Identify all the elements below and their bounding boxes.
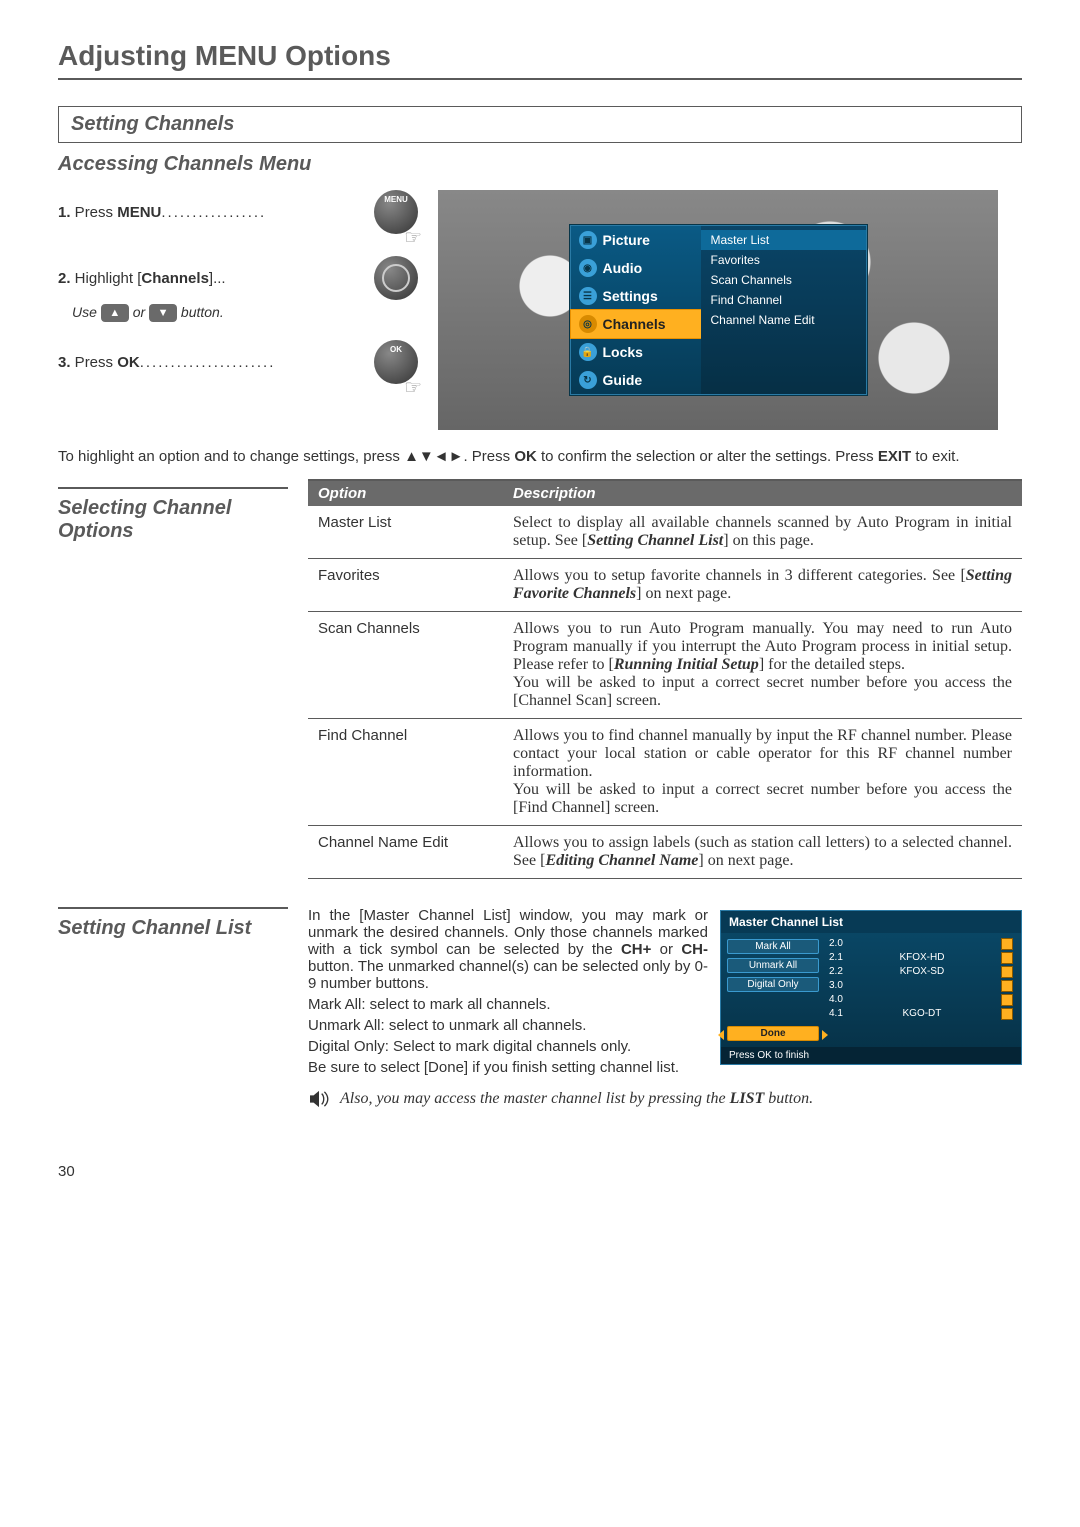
mcl-mark-all: Mark All bbox=[727, 939, 819, 954]
options-table-header: Option Description bbox=[308, 481, 1022, 506]
option-name: Find Channel bbox=[308, 725, 503, 819]
option-desc: Allows you to assign labels (such as sta… bbox=[503, 832, 1022, 872]
osd-panel: ▣Picture ◉Audio ☰Settings ◎Channels 🔒Loc… bbox=[570, 225, 867, 395]
locks-icon: 🔒 bbox=[579, 343, 597, 361]
option-desc: Allows you to run Auto Program manually.… bbox=[503, 618, 1022, 712]
osd-left-menu: ▣Picture ◉Audio ☰Settings ◎Channels 🔒Loc… bbox=[571, 226, 701, 394]
list-item: 2.2KFOX-SD bbox=[827, 965, 1015, 979]
up-arrow-icon: ▲ bbox=[101, 304, 129, 322]
osd-item-audio: ◉Audio bbox=[571, 254, 701, 282]
check-icon bbox=[1001, 966, 1013, 978]
channels-icon: ◎ bbox=[579, 315, 597, 333]
osd-sub-name-edit: Channel Name Edit bbox=[701, 310, 866, 330]
mcl-unmark-all: Unmark All bbox=[727, 958, 819, 973]
speaker-icon bbox=[308, 1090, 330, 1113]
option-desc: Allows you to setup favorite channels in… bbox=[503, 565, 1022, 605]
list-item: 3.0 bbox=[827, 979, 1015, 993]
channel-list-body: Master Channel List Mark All Unmark All … bbox=[308, 907, 1022, 1113]
osd-sub-scan: Scan Channels bbox=[701, 270, 866, 290]
step-2-num: 2. bbox=[58, 270, 71, 287]
option-desc: Select to display all available channels… bbox=[503, 512, 1022, 552]
step-1-num: 1. bbox=[58, 204, 71, 221]
osd-item-locks: 🔒Locks bbox=[571, 338, 701, 366]
note-paragraph: To highlight an option and to change set… bbox=[58, 448, 1022, 465]
step-3: 3. Press OK...................... OK ☞ bbox=[58, 340, 418, 384]
mcl-title: Master Channel List bbox=[721, 911, 1021, 933]
list-item: 4.1KGO-DT bbox=[827, 1007, 1015, 1021]
step-3-num: 3. bbox=[58, 354, 71, 371]
sub-heading: Accessing Channels Menu bbox=[58, 153, 1022, 176]
table-row: Favorites Allows you to setup favorite c… bbox=[308, 559, 1022, 612]
check-icon bbox=[1001, 994, 1013, 1006]
options-section: Selecting Channel Options Option Descrip… bbox=[58, 479, 1022, 879]
hand-icon: ☞ bbox=[404, 225, 422, 250]
page-number: 30 bbox=[58, 1163, 1022, 1180]
options-table: Option Description Master List Select to… bbox=[308, 479, 1022, 879]
channels-dial-icon bbox=[374, 256, 418, 300]
menu-button-icon: MENU ☞ bbox=[374, 190, 418, 234]
osd-sub-find: Find Channel bbox=[701, 290, 866, 310]
settings-icon: ☰ bbox=[579, 287, 597, 305]
option-name: Scan Channels bbox=[308, 618, 503, 712]
osd-sub-favorites: Favorites bbox=[701, 250, 866, 270]
sound-note: Also, you may access the master channel … bbox=[308, 1090, 1022, 1113]
check-icon bbox=[1001, 1008, 1013, 1020]
mcl-footer: Press OK to finish bbox=[721, 1047, 1021, 1064]
section-heading: Setting Channels bbox=[58, 106, 1022, 143]
mcl-buttons: Mark All Unmark All Digital Only Done bbox=[721, 933, 825, 1047]
down-arrow-icon: ▼ bbox=[149, 304, 177, 322]
master-channel-list-panel: Master Channel List Mark All Unmark All … bbox=[720, 910, 1022, 1065]
option-desc: Allows you to find channel manually by i… bbox=[503, 725, 1022, 819]
osd-item-picture: ▣Picture bbox=[571, 226, 701, 254]
channel-list-heading: Setting Channel List bbox=[58, 907, 288, 940]
osd-item-channels: ◎Channels bbox=[570, 309, 702, 339]
osd-item-guide: ↻Guide bbox=[571, 366, 701, 394]
check-icon bbox=[1001, 938, 1013, 950]
list-item: 2.1KFOX-HD bbox=[827, 951, 1015, 965]
page-title: Adjusting MENU Options bbox=[58, 40, 1022, 80]
hand-icon: ☞ bbox=[404, 375, 422, 400]
options-heading: Selecting Channel Options bbox=[58, 487, 288, 543]
picture-icon: ▣ bbox=[579, 231, 597, 249]
channel-list-section: Setting Channel List Master Channel List… bbox=[58, 907, 1022, 1113]
step-2: 2. Highlight [Channels]... bbox=[58, 256, 418, 300]
audio-icon: ◉ bbox=[579, 259, 597, 277]
step-1: 1. Press MENU................. MENU ☞ bbox=[58, 190, 418, 234]
osd-item-settings: ☰Settings bbox=[571, 282, 701, 310]
osd-sub-master-list: Master List bbox=[701, 230, 866, 250]
access-area: 1. Press MENU................. MENU ☞ 2.… bbox=[58, 190, 1022, 430]
mcl-channel-list: 2.0 2.1KFOX-HD 2.2KFOX-SD 3.0 4.0 4.1KGO… bbox=[825, 933, 1021, 1047]
ok-button-icon: OK ☞ bbox=[374, 340, 418, 384]
table-row: Master List Select to display all availa… bbox=[308, 506, 1022, 559]
check-icon bbox=[1001, 980, 1013, 992]
step-2-sub: Use ▲ or ▼ button. bbox=[72, 304, 418, 322]
option-name: Favorites bbox=[308, 565, 503, 605]
mcl-done: Done bbox=[727, 1026, 819, 1041]
option-name: Channel Name Edit bbox=[308, 832, 503, 872]
mcl-digital-only: Digital Only bbox=[727, 977, 819, 992]
steps-column: 1. Press MENU................. MENU ☞ 2.… bbox=[58, 190, 418, 406]
table-row: Find Channel Allows you to find channel … bbox=[308, 719, 1022, 826]
check-icon bbox=[1001, 952, 1013, 964]
table-row: Scan Channels Allows you to run Auto Pro… bbox=[308, 612, 1022, 719]
osd-right-menu: Master List Favorites Scan Channels Find… bbox=[701, 226, 866, 394]
option-name: Master List bbox=[308, 512, 503, 552]
guide-icon: ↻ bbox=[579, 371, 597, 389]
list-item: 2.0 bbox=[827, 937, 1015, 951]
osd-screenshot: ▣Picture ◉Audio ☰Settings ◎Channels 🔒Loc… bbox=[438, 190, 998, 430]
list-item: 4.0 bbox=[827, 993, 1015, 1007]
table-row: Channel Name Edit Allows you to assign l… bbox=[308, 826, 1022, 879]
